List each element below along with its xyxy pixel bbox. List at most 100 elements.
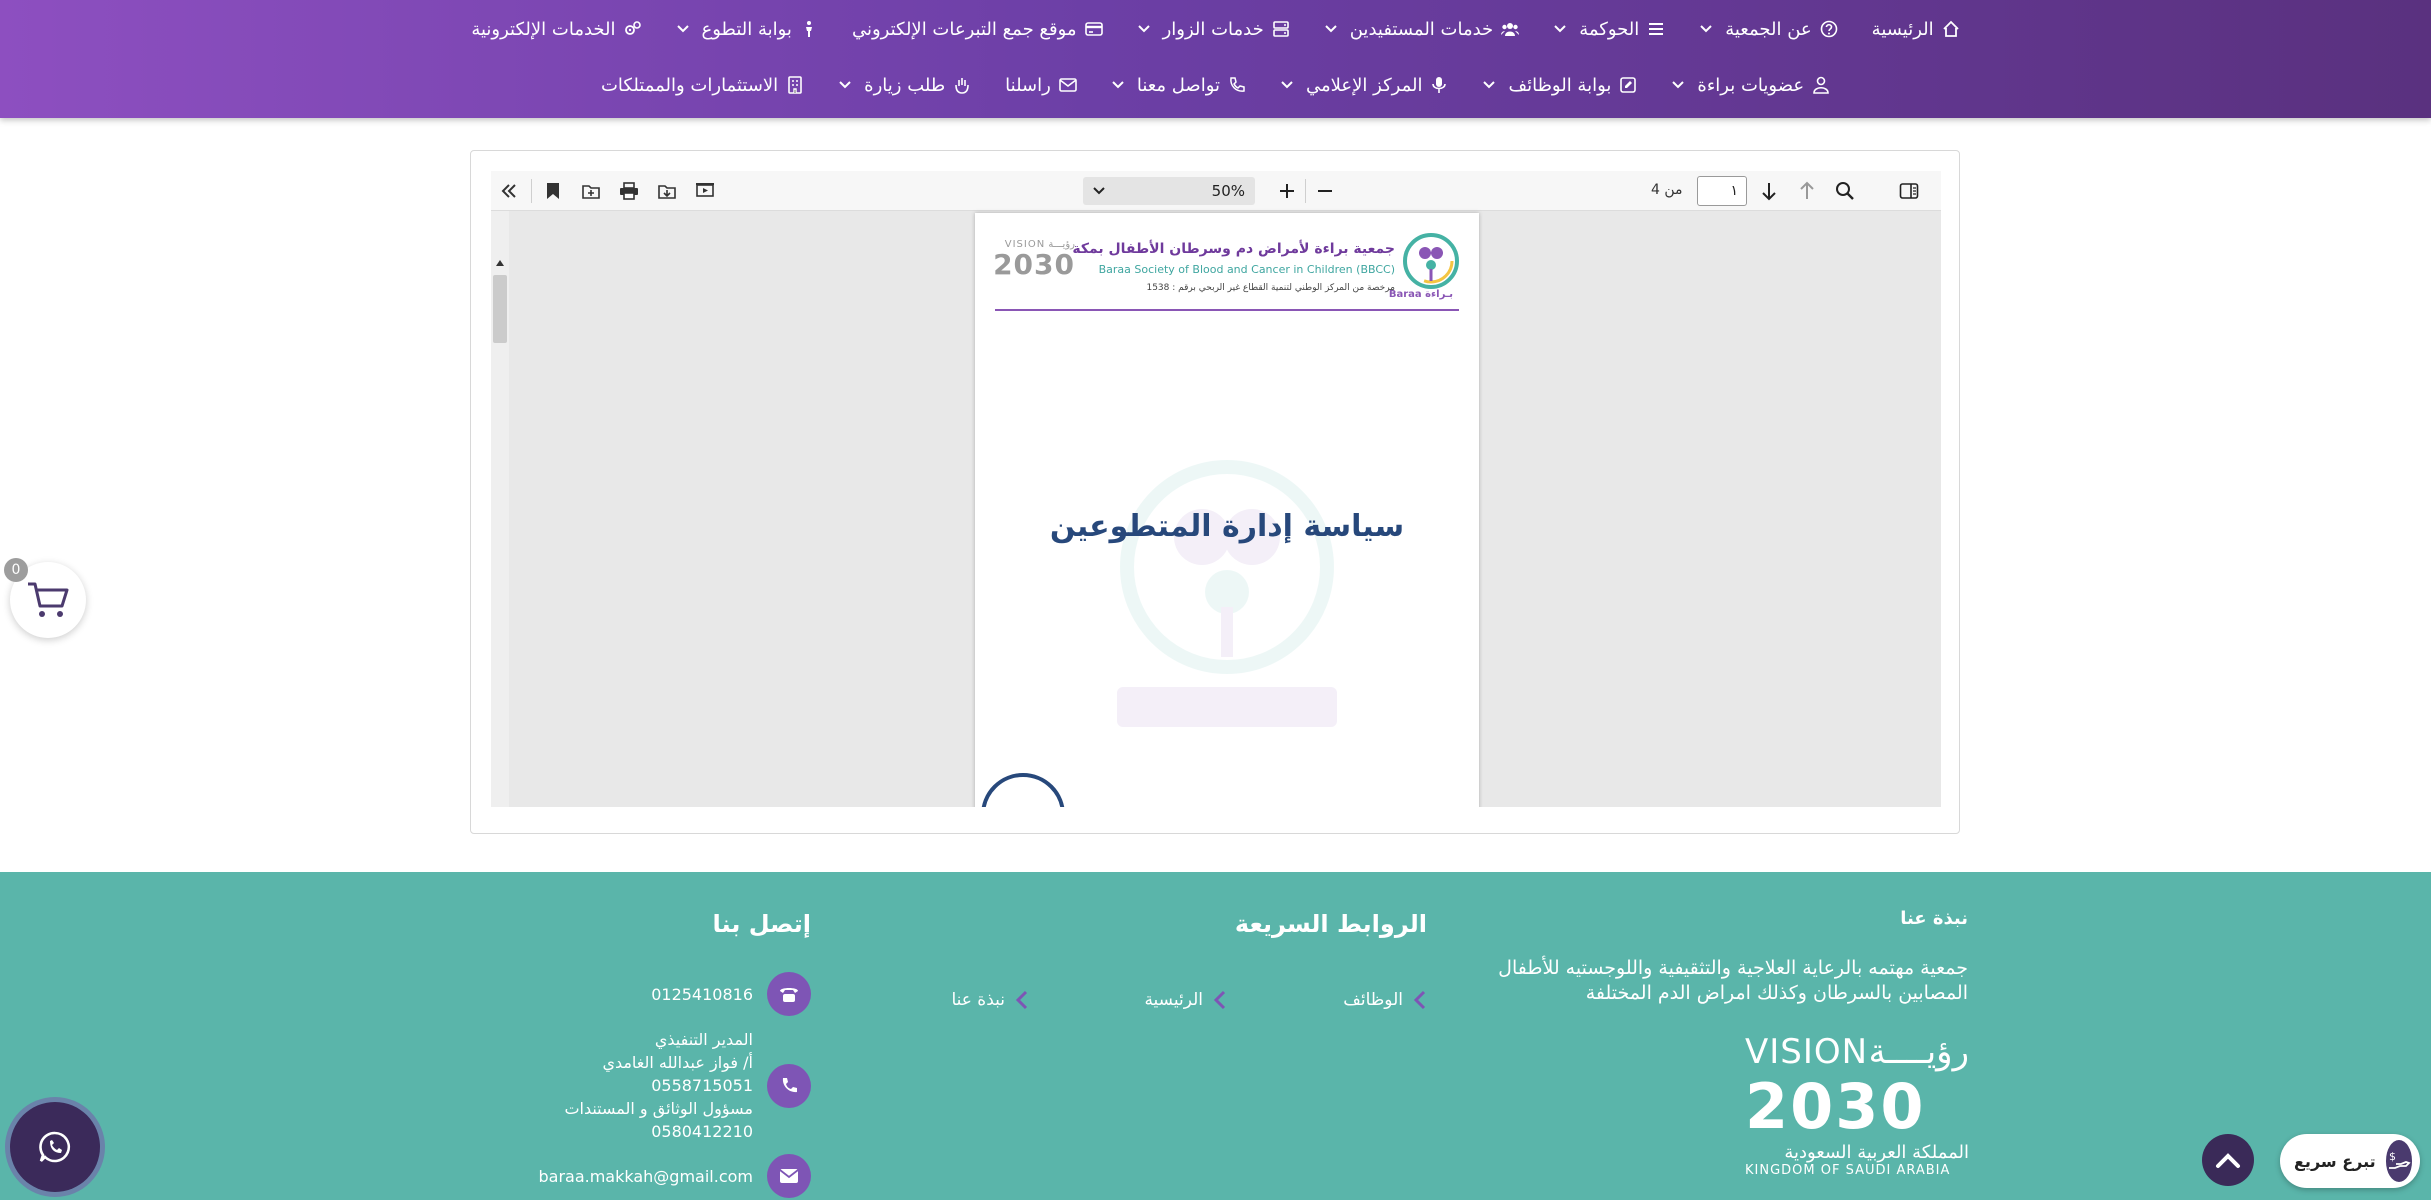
nav-item-row1-4[interactable]: خدمات الزوار [1137,19,1290,40]
quick-links-title: الروابط السريعة [1234,910,1427,938]
nav-item-row1-3[interactable]: خدمات المستفيدين [1324,18,1520,40]
chevron-down-icon [1111,78,1125,92]
question-circle-icon [1820,20,1838,38]
chevron-down-icon [676,22,690,36]
zoom-value: 50% [1211,182,1245,200]
nav-item-row1-1[interactable]: عن الجمعية [1699,19,1837,40]
contact-phone[interactable]: 0125410816 [651,972,811,1016]
footer-link-jobs[interactable]: الوظائف [1343,990,1427,1010]
scroll-up-arrow-icon[interactable] [491,255,509,271]
nav-item-label: راسلنا [1005,74,1051,96]
contact-email[interactable]: baraa.makkah@gmail.com [538,1154,811,1198]
tools-menu-icon[interactable] [497,179,521,203]
nav-item-row1-5[interactable]: موقع جمع التبرعات الإلكتروني [852,19,1103,40]
donate-label: تبرع سريع [2294,1151,2376,1171]
nav-item-row1-6[interactable]: بوابة التطوع [676,19,818,40]
quick-donate-button[interactable]: $ تبرع سريع [2280,1134,2420,1188]
edit-icon [1619,76,1637,94]
envelope-icon [767,1154,811,1198]
nav-item-label: الرئيسية [1871,18,1934,40]
sidebar-toggle-icon[interactable] [1897,179,1921,203]
nav-item-row2-6[interactable]: الاستثمارات والممتلكات [601,75,804,96]
vertical-scrollbar[interactable] [491,211,509,807]
email-address: baraa.makkah@gmail.com [538,1166,753,1186]
zoom-select[interactable]: 50% [1083,177,1255,205]
next-page-icon[interactable] [1757,179,1781,203]
chevron-left-icon [1015,990,1028,1010]
organization-name-arabic: جمعية براءة لأمراض دم وسرطان الأطفال بمك… [1072,241,1395,257]
nav-item-row1-7[interactable]: الخدمات الإلكترونية [471,19,641,40]
bookmark-icon[interactable] [541,179,565,203]
user-icon [1812,76,1830,94]
vision-country-ar: المملكة العربية السعودية [1784,1142,1969,1163]
organization-name-english: Baraa Society of Blood and Cancer in Chi… [1098,263,1395,276]
nav-item-label: المركز الإعلامي [1306,74,1423,96]
chevron-left-icon [1413,990,1426,1010]
chevron-down-icon [1699,22,1713,36]
microphone-icon [1430,76,1448,94]
nav-item-row2-3[interactable]: تواصل معنا [1111,75,1246,96]
presentation-mode-icon[interactable] [693,179,717,203]
zoom-out-icon[interactable] [1313,179,1337,203]
previous-page-icon[interactable] [1795,179,1819,203]
stamp-seal-icon [981,773,1065,807]
phone-icon [767,1063,811,1108]
scrollbar-thumb[interactable] [493,275,507,343]
nav-item-label: بوابة التطوع [701,18,792,40]
print-icon[interactable] [617,179,641,203]
nav-item-row2-0[interactable]: عضويات براءة [1671,75,1830,96]
document-letterhead: بـراءة Baraa جمعية براءة لأمراض دم وسرطا… [993,231,1459,311]
nav-item-row2-5[interactable]: طلب زيارة [838,75,971,96]
telephone-icon [767,972,811,1016]
chevron-down-icon [1671,78,1685,92]
chevron-down-icon [1553,22,1567,36]
contact-manager: المدير التنفيذي أ/ فواز عبدالله الغامدي … [564,1028,811,1143]
nav-item-row1-0[interactable]: الرئيسية [1872,19,1960,40]
building-icon [786,76,804,94]
chevron-down-icon [1137,22,1151,36]
zoom-in-icon[interactable] [1275,179,1299,203]
chevron-left-icon [1213,990,1226,1010]
credit-card-icon [1084,20,1103,38]
home-icon [1942,20,1960,38]
gears-icon [624,20,642,38]
users-icon [1501,20,1520,38]
donate-hand-icon: $ [2385,1140,2412,1182]
baraa-watermark-icon [1107,457,1347,757]
pdf-embed-frame: 50% من 4 ١ بـراءة Baraa جمعية براءة لأمر… [470,150,1960,834]
person-icon [800,20,818,38]
nav-item-row2-2[interactable]: المركز الإعلامي [1280,75,1448,96]
vision-label-ar: رؤيــــة [1868,1032,1969,1072]
pdf-page: بـراءة Baraa جمعية براءة لأمراض دم وسرطا… [975,213,1479,807]
svg-text:$: $ [2389,1150,2396,1163]
nav-item-row2-4[interactable]: راسلنا [1005,75,1077,96]
footer-link-home[interactable]: الرئيسية [1144,990,1227,1010]
download-icon[interactable] [655,179,679,203]
footer-link-about[interactable]: نبذة عنا [951,990,1029,1010]
hand-icon [953,76,971,94]
vision-country-en: KINGDOM OF SAUDI ARABIA [1745,1163,1951,1178]
whatsapp-button[interactable] [10,1102,100,1192]
chevron-down-icon [1482,78,1496,92]
nav-item-label: خدمات المستفيدين [1349,18,1494,40]
vision-2030-logo: VISION رؤيــــة 2030 المملكة العربية الس… [1745,1032,1969,1182]
nav-item-label: بوابة الوظائف [1508,74,1612,96]
contact-title: إتصل بنا [712,910,811,938]
nav-item-label: عضويات براءة [1697,74,1805,96]
page-number-input[interactable]: ١ [1697,176,1747,206]
chevron-down-icon [1324,22,1338,36]
nav-row-primary: الرئيسية عن الجمعية الحوكمة خدمات المستفيدي… [0,14,2431,44]
pdf-viewer: 50% من 4 ١ بـراءة Baraa جمعية براءة لأمر… [491,171,1941,807]
top-navigation: الرئيسية عن الجمعية الحوكمة خدمات المستفيدي… [0,0,2431,118]
search-icon[interactable] [1833,179,1857,203]
nav-item-row2-1[interactable]: بوابة الوظائف [1482,75,1637,96]
back-to-top-button[interactable] [2202,1134,2254,1186]
chevron-down-icon [1093,187,1105,195]
page-count: من 4 [1651,182,1683,198]
nav-item-label: الخدمات الإلكترونية [471,18,616,40]
list-icon [1647,20,1665,38]
nav-item-row1-2[interactable]: الحوكمة [1553,19,1665,40]
open-file-icon[interactable] [579,179,603,203]
phone-icon [1228,76,1246,94]
document-title: سياسة إدارة المتطوعين [1049,509,1405,544]
